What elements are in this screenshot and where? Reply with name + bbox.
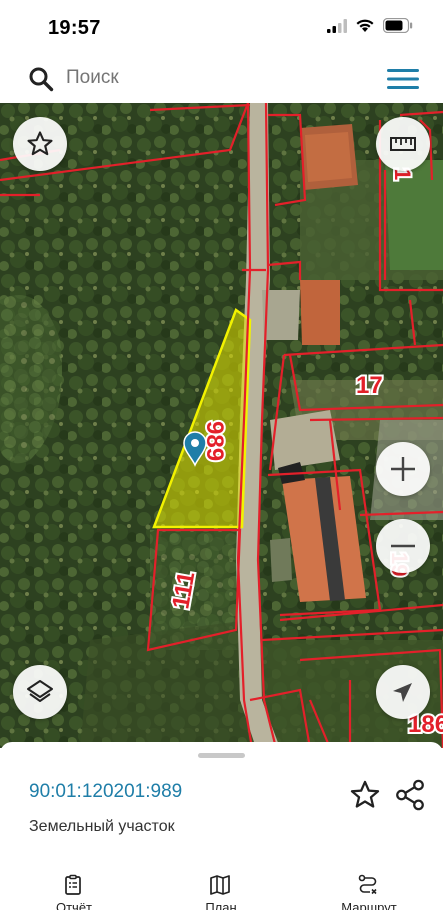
tab-route[interactable]: Маршрут (314, 867, 424, 910)
search-input[interactable] (66, 67, 366, 89)
share-icon[interactable] (393, 778, 427, 812)
navigation-arrow-icon (393, 683, 412, 702)
map-plan-icon (210, 875, 230, 895)
parcel-info-sheet[interactable]: 90:01:120201:989 Земельный участок (0, 742, 443, 868)
sheet-drag-handle[interactable] (198, 753, 245, 758)
route-icon (358, 874, 377, 895)
map-view[interactable]: 989 111 17 186 19 1 (0, 103, 443, 748)
search-bar[interactable] (6, 57, 437, 100)
star-outline-icon (27, 131, 53, 156)
parcel-type-label: Земельный участок (29, 818, 175, 835)
favorite-map-button[interactable] (13, 117, 67, 171)
status-icons (327, 18, 413, 33)
hamburger-menu-icon[interactable] (387, 68, 419, 90)
tab-plan-label: План (205, 900, 237, 910)
zoom-in-button[interactable] (376, 442, 430, 496)
ruler-measure-button[interactable] (376, 117, 430, 171)
layers-button[interactable] (13, 665, 67, 719)
bottom-tab-bar: Отчёт План Маршрут (0, 867, 443, 910)
tab-report-label: Отчёт (55, 900, 93, 910)
report-icon (65, 874, 81, 895)
tab-report[interactable]: Отчёт (19, 867, 129, 910)
minus-icon (391, 544, 415, 548)
zoom-out-button[interactable] (376, 519, 430, 573)
tab-plan[interactable]: План (166, 867, 276, 910)
search-icon (29, 67, 54, 92)
my-location-button[interactable] (376, 665, 430, 719)
status-time: 19:57 (48, 17, 101, 39)
plus-icon (391, 457, 415, 481)
tab-route-label: Маршрут (341, 900, 397, 910)
add-favorite-star-icon[interactable] (348, 778, 382, 812)
cadastral-number[interactable]: 90:01:120201:989 (29, 781, 182, 803)
wifi-icon (356, 19, 374, 32)
layers-icon (27, 680, 53, 702)
parcel-label-17: 17 (356, 372, 383, 399)
battery-icon (383, 18, 413, 33)
satellite-map[interactable]: 989 111 17 186 19 1 (0, 103, 443, 748)
signal-icon (327, 18, 347, 33)
ruler-icon (390, 137, 416, 151)
status-bar: 19:57 (0, 0, 443, 58)
